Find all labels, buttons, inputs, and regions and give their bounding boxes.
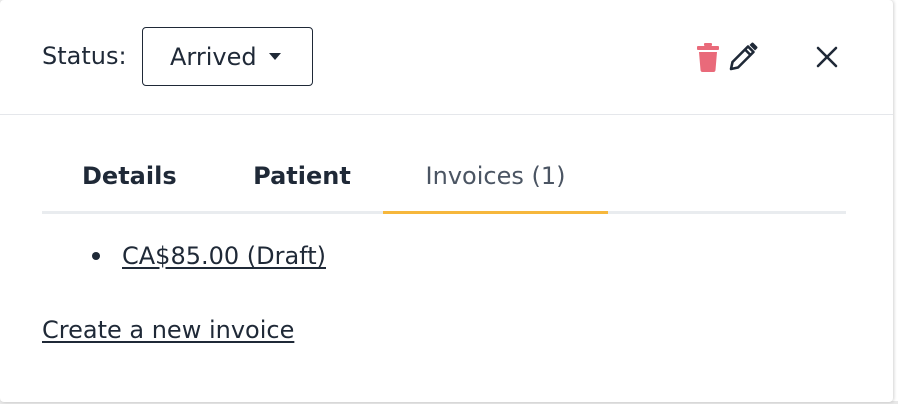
edit-button[interactable] bbox=[726, 40, 760, 74]
status-dropdown[interactable]: Arrived bbox=[142, 27, 313, 86]
tab-invoices[interactable]: Invoices (1) bbox=[383, 140, 608, 211]
status-value: Arrived bbox=[170, 42, 257, 71]
invoice-list: CA$85.00 (Draft) bbox=[92, 242, 326, 270]
chevron-down-icon bbox=[268, 53, 281, 60]
tab-details[interactable]: Details bbox=[42, 140, 212, 211]
invoice-link[interactable]: CA$85.00 (Draft) bbox=[122, 242, 326, 270]
list-item: CA$85.00 (Draft) bbox=[92, 242, 326, 270]
trash-icon bbox=[697, 43, 719, 72]
panel-header: Status: Arrived bbox=[0, 0, 893, 115]
close-button[interactable] bbox=[810, 40, 844, 74]
create-invoice-link[interactable]: Create a new invoice bbox=[42, 316, 294, 344]
close-icon bbox=[816, 46, 838, 68]
tab-bar: Details Patient Invoices (1) bbox=[42, 140, 846, 214]
delete-button[interactable] bbox=[693, 40, 723, 74]
tab-patient[interactable]: Patient bbox=[222, 140, 382, 211]
bullet bbox=[92, 252, 100, 260]
status-label: Status: bbox=[42, 42, 127, 70]
tab-active-indicator bbox=[383, 211, 608, 214]
pencil-icon bbox=[729, 42, 758, 71]
appointment-panel: Status: Arrived Details Patient Invoices… bbox=[0, 0, 893, 402]
